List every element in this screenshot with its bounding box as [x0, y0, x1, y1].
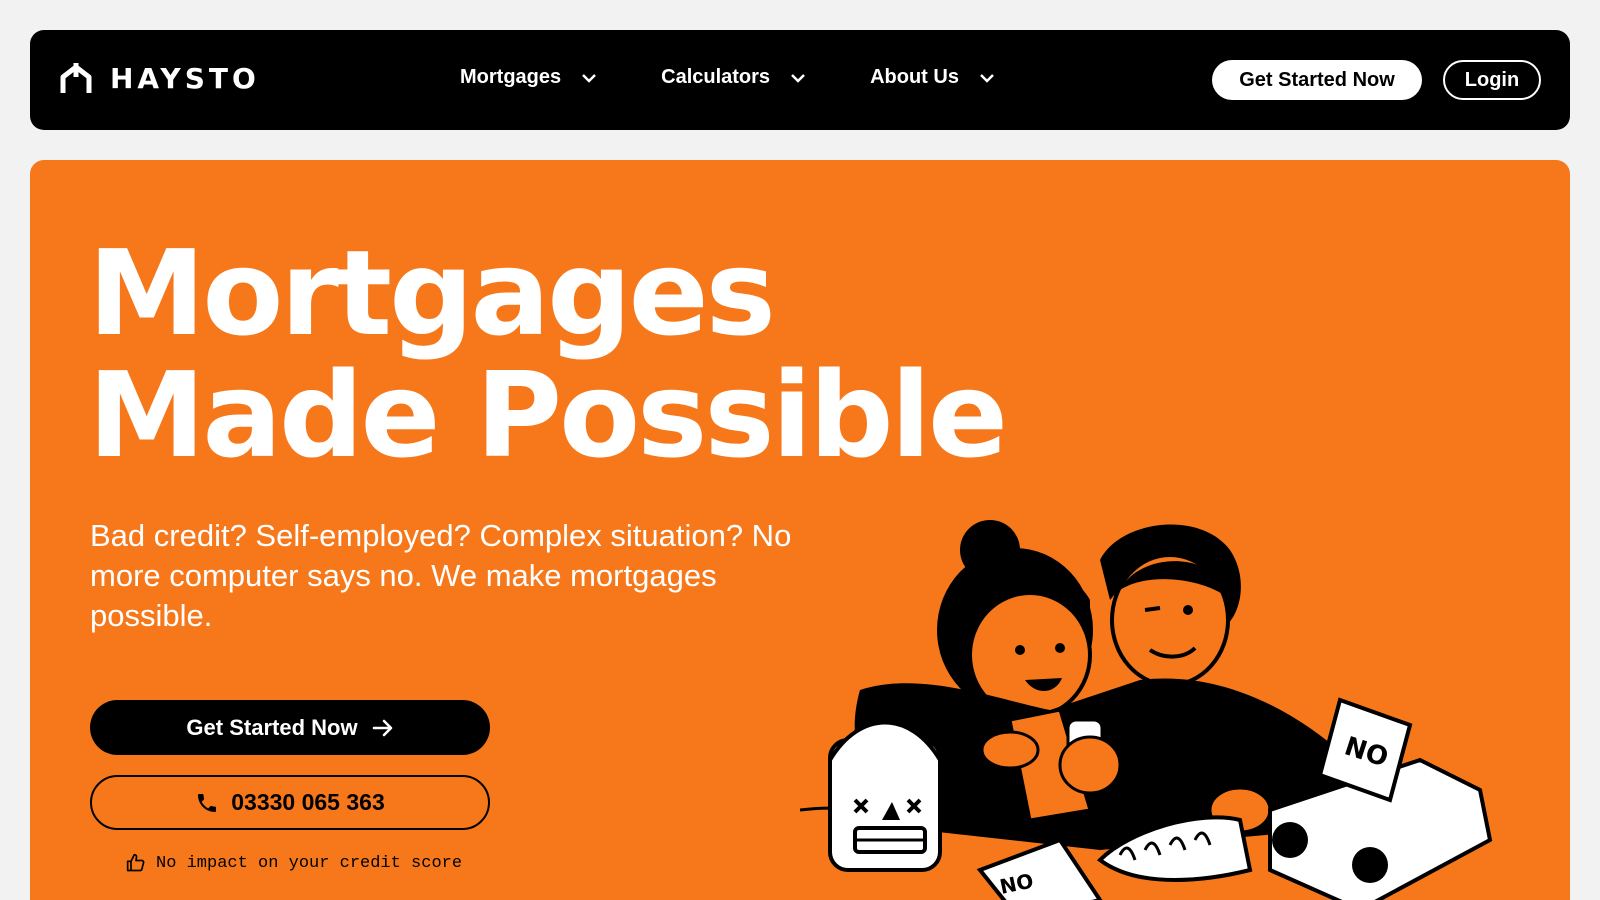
phone-number: 03330 065 363 [231, 789, 385, 815]
nav-item-label: Calculators [661, 66, 771, 88]
logo-text: HAYSTO [110, 62, 260, 95]
nav-item-label: About Us [870, 66, 959, 88]
nav-item-calculators[interactable]: Calculators [661, 66, 806, 89]
logo[interactable]: HAYSTO [60, 62, 260, 95]
couple-illustration: NO NO [800, 520, 1493, 900]
chevron-down-icon [980, 73, 994, 83]
nav-get-started-button[interactable]: Get Started Now [1212, 60, 1422, 100]
nav-item-label: Mortgages [460, 66, 562, 88]
login-button[interactable]: Login [1443, 60, 1541, 100]
credit-note-text: No impact on your credit score [156, 853, 463, 873]
arrow-right-icon [372, 719, 392, 736]
phone-button[interactable]: 03330 065 363 [90, 775, 490, 830]
thumbs-up-icon [126, 853, 145, 872]
hero-subtitle: Bad credit? Self-employed? Complex situa… [90, 518, 792, 633]
phone-icon [198, 793, 217, 812]
chevron-down-icon [791, 73, 805, 83]
hero-cta-label: Get Started Now [186, 714, 358, 740]
hero-headline: Mortgages Made Possible [88, 232, 1008, 476]
nav-item-about-us[interactable]: About Us [870, 66, 995, 89]
hero-get-started-button[interactable]: Get Started Now [90, 700, 490, 755]
nav-item-mortgages[interactable]: Mortgages [460, 66, 597, 89]
credit-note: No impact on your credit score [126, 853, 462, 873]
main-nav: Mortgages Calculators About Us [460, 66, 995, 89]
house-icon [60, 62, 92, 93]
top-navbar: HAYSTO Mortgages Calculators About Us Ge… [30, 30, 1570, 130]
hero-headline-line2: Made Possible [88, 346, 1008, 484]
chevron-down-icon [582, 73, 597, 83]
hero-section: Mortgages Made Possible Bad credit? Self… [30, 160, 1570, 900]
hero-headline-line1: Mortgages [88, 224, 776, 362]
